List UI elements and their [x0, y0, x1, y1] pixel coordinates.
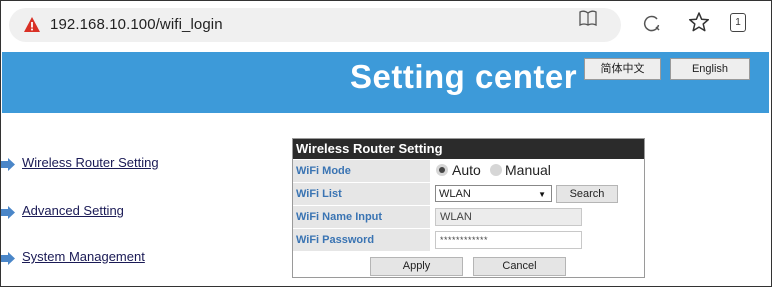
cancel-button[interactable]: Cancel [473, 257, 566, 276]
tabs-icon[interactable]: 1 [730, 13, 746, 32]
nav-link-wireless[interactable]: Wireless Router Setting [22, 155, 159, 170]
page-title: Setting center [350, 58, 578, 95]
nav-item-advanced[interactable]: Advanced Setting [1, 203, 181, 223]
label-wifi-mode: WiFi Mode [293, 160, 430, 182]
wifi-list-select[interactable]: WLAN ▼ [435, 185, 552, 202]
arrow-right-icon [1, 206, 15, 219]
wifi-password-input[interactable]: ************ [435, 231, 582, 249]
lang-english-button[interactable]: English [670, 58, 750, 80]
row-wifi-mode: WiFi Mode Auto Manual [293, 159, 644, 182]
row-wifi-list: WiFi List WLAN ▼ Search [293, 182, 644, 205]
nav-link-system[interactable]: System Management [22, 249, 145, 264]
apply-button[interactable]: Apply [370, 257, 463, 276]
wifi-name-cell: WLAN [432, 206, 644, 228]
nav-link-advanced[interactable]: Advanced Setting [22, 203, 124, 218]
warning-icon[interactable] [23, 16, 41, 33]
screen-frame: 192.168.10.100/wifi_login 1 Setting cent… [0, 0, 772, 287]
bookmark-star-icon[interactable] [688, 11, 710, 33]
action-buttons: Apply Cancel [293, 255, 644, 277]
radio-manual-label[interactable]: Manual [505, 162, 551, 178]
label-wifi-name: WiFi Name Input [293, 206, 430, 228]
radio-auto-label[interactable]: Auto [452, 162, 481, 178]
label-wifi-password: WiFi Password [293, 229, 430, 251]
nav-item-wireless[interactable]: Wireless Router Setting [1, 155, 181, 175]
header-banner: Setting center 简体中文 English [2, 52, 769, 113]
nav-item-system[interactable]: System Management [1, 249, 181, 269]
search-button[interactable]: Search [556, 185, 618, 203]
radio-auto[interactable] [436, 164, 448, 176]
wifi-mode-options: Auto Manual [432, 160, 644, 182]
arrow-right-icon [1, 158, 15, 171]
panel-title: Wireless Router Setting [293, 139, 644, 159]
wireless-settings-panel: Wireless Router Setting WiFi Mode Auto M… [292, 138, 645, 278]
reader-mode-icon[interactable] [579, 10, 597, 26]
url-text[interactable]: 192.168.10.100/wifi_login [50, 16, 223, 33]
radio-manual[interactable] [490, 164, 502, 176]
dropdown-caret-icon: ▼ [538, 190, 546, 199]
lang-chinese-button[interactable]: 简体中文 [584, 58, 661, 80]
reload-icon[interactable] [643, 14, 661, 32]
arrow-right-icon [1, 252, 15, 265]
wifi-list-controls: WLAN ▼ Search [432, 183, 644, 205]
wifi-name-input[interactable]: WLAN [435, 208, 582, 226]
wifi-password-cell: ************ [432, 229, 644, 251]
label-wifi-list: WiFi List [293, 183, 430, 205]
row-wifi-password: WiFi Password ************ [293, 228, 644, 251]
row-wifi-name: WiFi Name Input WLAN [293, 205, 644, 228]
address-bar[interactable]: 192.168.10.100/wifi_login [9, 8, 621, 42]
wifi-list-selected: WLAN [439, 188, 471, 200]
